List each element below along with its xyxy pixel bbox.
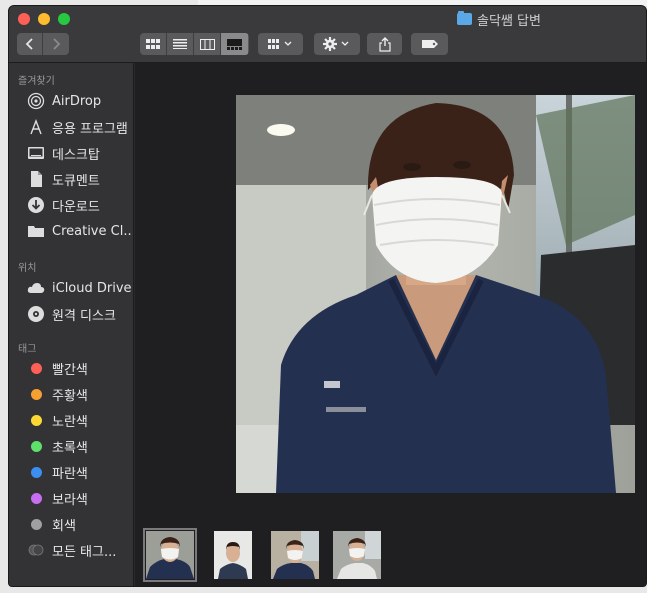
column-view-icon (199, 38, 215, 50)
all-tags-icon (28, 544, 44, 556)
thumbnail-photo (333, 531, 381, 579)
sidebar-tag-orange[interactable]: 주황색 (9, 382, 134, 406)
orange-tag-icon (30, 388, 42, 400)
share-icon (378, 36, 391, 52)
download-icon (27, 196, 45, 214)
folder-icon (27, 222, 45, 240)
thumbnail-photo (271, 531, 319, 579)
sidebar-item-desktop[interactable]: 데스크탑 (9, 141, 134, 165)
window-title-text: 솔닥쌤 답변 (477, 13, 541, 29)
chevron-left-icon (25, 38, 33, 50)
applications-icon (27, 118, 45, 136)
thumbnail-photo (146, 531, 194, 579)
sidebar-item-label: 주황색 (52, 388, 88, 404)
forward-button[interactable] (43, 33, 69, 55)
group-grid-icon (267, 39, 291, 49)
airdrop-icon (27, 92, 45, 110)
tags-header: 태그 (18, 344, 37, 355)
gallery-content (135, 63, 646, 586)
gallery-view-button[interactable] (221, 33, 248, 55)
sidebar-tag-red[interactable]: 빨간색 (9, 356, 134, 380)
yellow-tag-icon (30, 414, 42, 426)
sidebar-item-label: Creative Cl... (52, 223, 132, 239)
titlebar: 솔닥쌤 답변 (9, 6, 646, 63)
sidebar-item-label: 회색 (52, 518, 76, 534)
sidebar-item-label: 초록색 (52, 440, 88, 456)
list-view-icon (173, 39, 187, 49)
view-mode-group (140, 33, 249, 55)
thumbnail-3[interactable] (271, 531, 319, 579)
favorites-header: 즐겨찾기 (18, 76, 55, 87)
sidebar-tag-blue[interactable]: 파란색 (9, 460, 134, 484)
sidebar-item-label: 보라색 (52, 492, 88, 508)
sidebar-item-documents[interactable]: 도큐멘트 (9, 167, 134, 191)
image-preview[interactable] (236, 95, 635, 493)
sidebar-tag-yellow[interactable]: 노란색 (9, 408, 134, 432)
sidebar-item-label: 데스크탑 (52, 147, 100, 163)
gear-icon (323, 37, 349, 51)
sidebar-item-label: 원격 디스크 (52, 308, 116, 324)
document-icon (27, 170, 45, 188)
sidebar-item-applications[interactable]: 응용 프로그램 (9, 115, 134, 139)
zoom-button[interactable] (58, 13, 70, 25)
back-button[interactable] (17, 33, 43, 55)
thumbnail-2[interactable] (214, 531, 252, 579)
navigation-group (17, 33, 69, 55)
gray-tag-icon (30, 518, 42, 530)
preview-photo (236, 95, 635, 493)
window-title: 솔닥쌤 답변 (457, 11, 541, 29)
disc-icon (27, 305, 45, 323)
sidebar-item-remote-disc[interactable]: 원격 디스크 (9, 302, 134, 326)
column-view-button[interactable] (194, 33, 221, 55)
green-tag-icon (30, 440, 42, 452)
desktop-icon (27, 144, 45, 162)
thumbnail-4[interactable] (333, 531, 381, 579)
sidebar-tag-purple[interactable]: 보라색 (9, 486, 134, 510)
sidebar-tag-green[interactable]: 초록색 (9, 434, 134, 458)
blue-tag-icon (30, 466, 42, 478)
locations-header: 위치 (18, 263, 37, 274)
sidebar-item-label: AirDrop (52, 93, 102, 109)
gallery-view-icon (227, 38, 242, 50)
sidebar-item-label: 도큐멘트 (52, 173, 100, 189)
thumbnail-photo (214, 531, 252, 579)
list-view-button[interactable] (167, 33, 194, 55)
icon-view-button[interactable] (140, 33, 167, 55)
sidebar-item-label: 응용 프로그램 (52, 121, 128, 137)
cloud-icon (27, 279, 45, 297)
sidebar: 즐겨찾기 AirDrop 응용 프로그램 데스크탑 도큐멘트 다운로드 Crea… (9, 63, 134, 586)
sidebar-tag-gray[interactable]: 회색 (9, 512, 134, 536)
sidebar-item-creative-cloud[interactable]: Creative Cl... (9, 219, 134, 243)
folder-icon (457, 11, 472, 25)
sidebar-item-label: 다운로드 (52, 199, 100, 215)
chevron-right-icon (53, 38, 61, 50)
sidebar-item-label: iCloud Drive (52, 280, 132, 296)
action-menu-button[interactable] (314, 33, 360, 55)
sidebar-item-downloads[interactable]: 다운로드 (9, 193, 134, 217)
sidebar-item-label: 노란색 (52, 414, 88, 430)
minimize-button[interactable] (38, 13, 50, 25)
tag-icon (421, 40, 438, 48)
share-button[interactable] (367, 33, 402, 55)
tags-button[interactable] (411, 33, 448, 55)
close-button[interactable] (18, 13, 30, 25)
sidebar-item-label: 빨간색 (52, 362, 88, 378)
sidebar-all-tags[interactable]: 모든 태그... (9, 538, 134, 562)
sidebar-item-icloud-drive[interactable]: iCloud Drive (9, 276, 134, 300)
sidebar-item-label: 모든 태그... (52, 544, 117, 560)
sidebar-item-airdrop[interactable]: AirDrop (9, 89, 134, 113)
sidebar-item-label: 파란색 (52, 466, 88, 482)
thumbnail-1[interactable] (143, 528, 197, 582)
finder-window: 솔닥쌤 답변 즐겨찾기 AirDrop 응용 프로그램 데스크탑 도큐멘트 다운… (8, 5, 647, 587)
purple-tag-icon (30, 492, 42, 504)
red-tag-icon (30, 362, 42, 374)
group-by-button[interactable] (258, 33, 303, 55)
icon-view-icon (146, 39, 160, 49)
